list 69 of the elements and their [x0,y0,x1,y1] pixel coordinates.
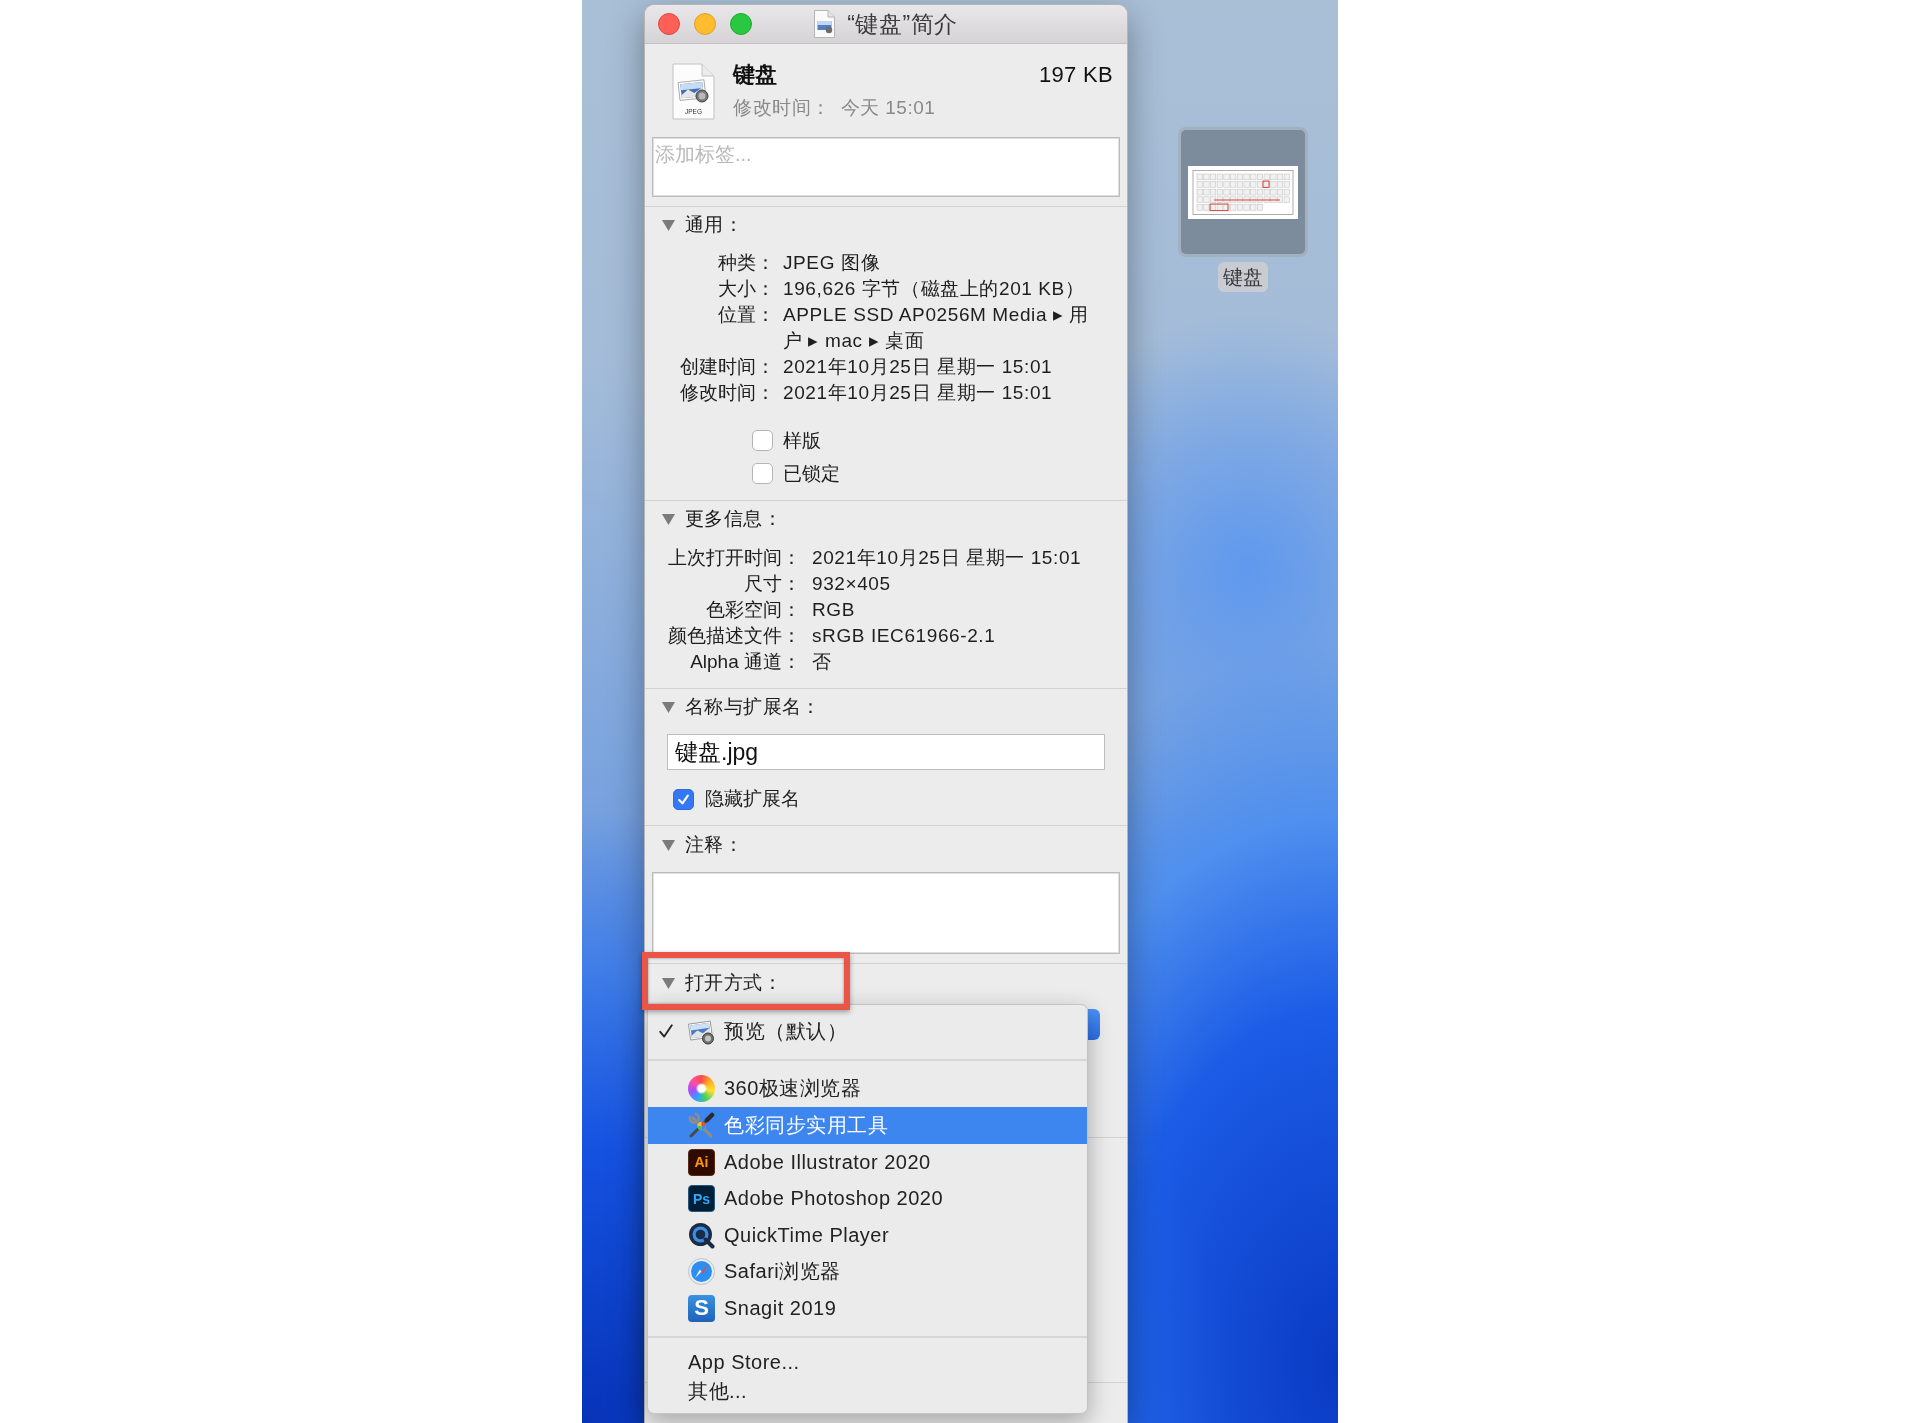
checkbox-label: 已锁定 [783,461,840,486]
letter-tile-icon: Ps [688,1185,715,1213]
photo-magnifier-icon [688,1017,715,1045]
zoom-button[interactable] [730,13,752,35]
info-value: JPEG 图像 [783,251,882,275]
disclosure-triangle-icon[interactable] [662,219,675,231]
comments-field[interactable] [652,872,1120,954]
info-value: 2021年10月25日 星期一 15:01 [783,381,1054,405]
menu-item[interactable]: Ps Adobe Photoshop 2020 [648,1180,1087,1217]
disclosure-triangle-icon[interactable] [662,977,675,989]
info-label: 创建时间： [679,355,775,379]
info-value: 2021年10月25日 星期一 15:01 [783,355,1054,379]
info-label: Alpha 通道： [689,650,801,674]
info-label: 尺寸： [743,572,801,596]
checkbox-label: 隐藏扩展名 [705,787,800,811]
info-value: 196,626 字节（磁盘上的201 KB） [783,277,1086,301]
window-title: “键盘”简介 [847,9,958,39]
file-size: 197 KB [1039,62,1113,88]
disclosure-triangle-icon[interactable] [662,701,675,713]
file-thumbnail-tile[interactable] [1178,127,1308,257]
compass-icon [688,1258,715,1286]
menu-item[interactable]: S Snagit 2019 [648,1290,1087,1327]
section-title: 通用： [685,213,744,237]
disclosure-triangle-icon[interactable] [662,513,675,525]
menu-item[interactable]: 360极速浏览器 [648,1070,1087,1108]
modified-label: 修改时间： [733,96,831,120]
menu-item[interactable]: Ai Adobe Illustrator 2020 [648,1143,1087,1181]
menu-item[interactable]: App Store... [648,1347,1087,1377]
disclosure-triangle-icon[interactable] [662,839,675,851]
info-label: 修改时间： [679,381,775,405]
tools-icon [688,1112,715,1139]
desktop-icon-label[interactable]: 键盘 [1218,262,1268,292]
checkbox[interactable] [673,788,694,810]
section-title: 注释： [685,833,744,857]
menu-item[interactable]: 其他... [648,1376,1087,1406]
letter-tile-icon: S [688,1294,715,1322]
info-label: 种类： [717,251,775,275]
checkmark-icon [677,792,690,806]
menu-item[interactable]: QuickTime Player [648,1216,1087,1254]
popup-button[interactable] [1088,1009,1100,1040]
close-button[interactable] [658,13,680,35]
info-value: APPLE SSD AP0256M Media ▸ 用户 ▸ mac ▸ 桌面 [783,303,1091,353]
document-icon [814,10,836,38]
checkbox[interactable] [752,430,773,451]
menu-item[interactable]: Safari浏览器 [648,1253,1087,1291]
info-label: 色彩空间： [705,598,801,622]
info-value: 2021年10月25日 星期一 15:01 [812,546,1083,570]
info-label: 上次打开时间： [667,546,801,570]
section-title: 名称与扩展名： [685,695,821,719]
info-value: RGB [812,598,856,622]
q-logo-icon [688,1221,715,1249]
color-ring-icon [688,1075,715,1103]
menu-item[interactable]: 色彩同步实用工具 [648,1107,1087,1144]
info-value: 932×405 [812,572,892,596]
section-title: 更多信息： [685,507,782,531]
section-title: 打开方式： [685,971,782,995]
file-name: 键盘 [733,61,777,89]
info-label: 位置： [717,303,775,327]
checkbox[interactable] [752,463,773,484]
info-value: sRGB IEC61966-2.1 [812,624,997,648]
modified-value: 今天 15:01 [840,96,936,120]
tags-field[interactable]: 添加标签... [652,137,1120,197]
menu-item[interactable]: 预览（默认） [648,1013,1087,1050]
letter-tile-icon: Ai [688,1148,715,1176]
info-label: 大小： [717,277,775,301]
checkbox-label: 样版 [783,428,821,453]
info-label: 颜色描述文件： [667,624,801,648]
name-field[interactable]: 键盘.jpg [667,734,1105,770]
info-value: 否 [812,650,833,674]
